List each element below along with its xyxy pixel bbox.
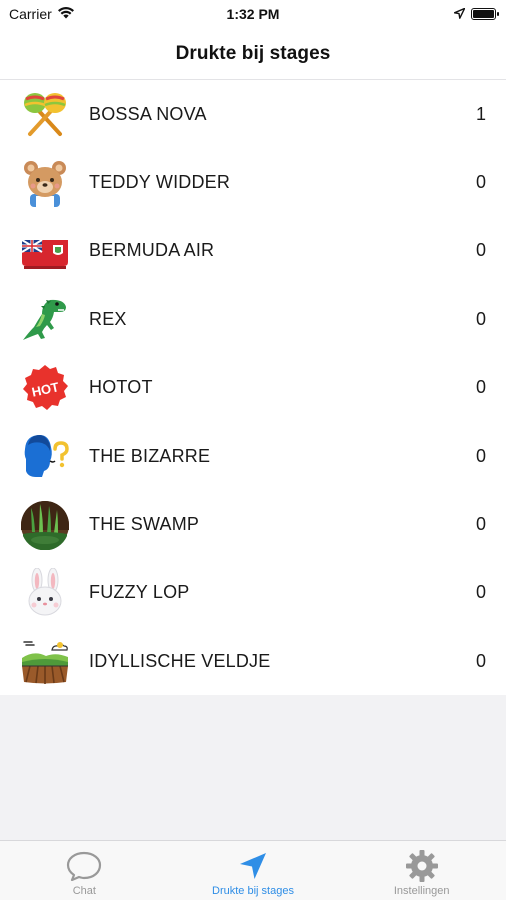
status-bar: Carrier 1:32 PM xyxy=(0,0,506,28)
swamp-icon xyxy=(20,500,70,550)
stage-name: IDYLLISCHE VELDJE xyxy=(89,650,271,671)
stage-name: THE BIZARRE xyxy=(89,445,211,466)
stage-row-idyllische-veldje[interactable]: IDYLLISCHE VELDJE 0 xyxy=(0,627,506,695)
tab-bar: Chat Drukte bij stages Instellingen xyxy=(0,840,506,900)
stage-count: 0 xyxy=(475,650,486,671)
stage-name: BERMUDA AIR xyxy=(89,240,215,261)
stage-row-bermuda-air[interactable]: BERMUDA AIR 0 xyxy=(0,217,506,285)
location-arrow-icon xyxy=(235,849,271,883)
stage-count: 0 xyxy=(475,308,486,329)
battery-icon xyxy=(471,8,499,20)
stage-row-the-bizarre[interactable]: THE BIZARRE 0 xyxy=(0,422,506,490)
field-landscape-icon xyxy=(20,636,70,686)
stage-name: HOTOT xyxy=(89,377,153,398)
dinosaur-icon xyxy=(20,294,70,344)
tab-label: Instellingen xyxy=(393,885,450,897)
stage-count: 0 xyxy=(475,240,486,261)
bermuda-flag-plane-icon xyxy=(20,226,70,276)
status-time: 1:32 PM xyxy=(226,6,280,22)
stage-count: 0 xyxy=(475,445,486,466)
question-head-icon xyxy=(20,431,70,481)
maracas-icon xyxy=(20,89,70,139)
tab-chat[interactable]: Chat xyxy=(0,841,169,900)
stage-name: TEDDY WIDDER xyxy=(89,172,231,193)
stage-count: 0 xyxy=(475,172,486,193)
app-screen: Carrier 1:32 PM Drukte bij stages BOSSA … xyxy=(0,0,506,900)
page-title: Drukte bij stages xyxy=(175,42,331,64)
rabbit-icon xyxy=(20,567,70,618)
stage-row-fuzzy-lop[interactable]: FUZZY LOP 0 xyxy=(0,559,506,627)
stage-list: BOSSA NOVA 1 TEDDY WIDDER 0 BERMUDA AIR … xyxy=(0,80,506,695)
teddy-bear-icon xyxy=(20,158,70,208)
location-services-icon xyxy=(453,6,466,22)
tab-instellingen[interactable]: Instellingen xyxy=(337,841,506,900)
stage-name: FUZZY LOP xyxy=(89,582,190,603)
stage-count: 1 xyxy=(475,103,486,124)
gear-icon xyxy=(404,849,440,883)
stage-name: THE SWAMP xyxy=(89,514,200,535)
stage-row-hotot[interactable]: HOT HOTOT 0 xyxy=(0,354,506,422)
chat-bubble-icon xyxy=(66,849,102,883)
nav-bar: Drukte bij stages xyxy=(0,28,506,80)
hot-badge-icon: HOT xyxy=(20,363,70,413)
stage-count: 0 xyxy=(475,582,486,603)
stage-row-bossa-nova[interactable]: BOSSA NOVA 1 xyxy=(0,80,506,148)
stage-name: BOSSA NOVA xyxy=(89,103,207,124)
status-right xyxy=(453,6,499,22)
stage-row-teddy-widder[interactable]: TEDDY WIDDER 0 xyxy=(0,148,506,216)
stage-row-rex[interactable]: REX 0 xyxy=(0,285,506,353)
tab-label: Chat xyxy=(72,885,96,897)
stage-count: 0 xyxy=(475,377,486,398)
tab-label: Drukte bij stages xyxy=(212,885,294,897)
stage-name: REX xyxy=(89,308,127,329)
stage-row-the-swamp[interactable]: THE SWAMP 0 xyxy=(0,490,506,558)
stage-count: 0 xyxy=(475,514,486,535)
tab-drukte-bij-stages[interactable]: Drukte bij stages xyxy=(169,841,338,900)
